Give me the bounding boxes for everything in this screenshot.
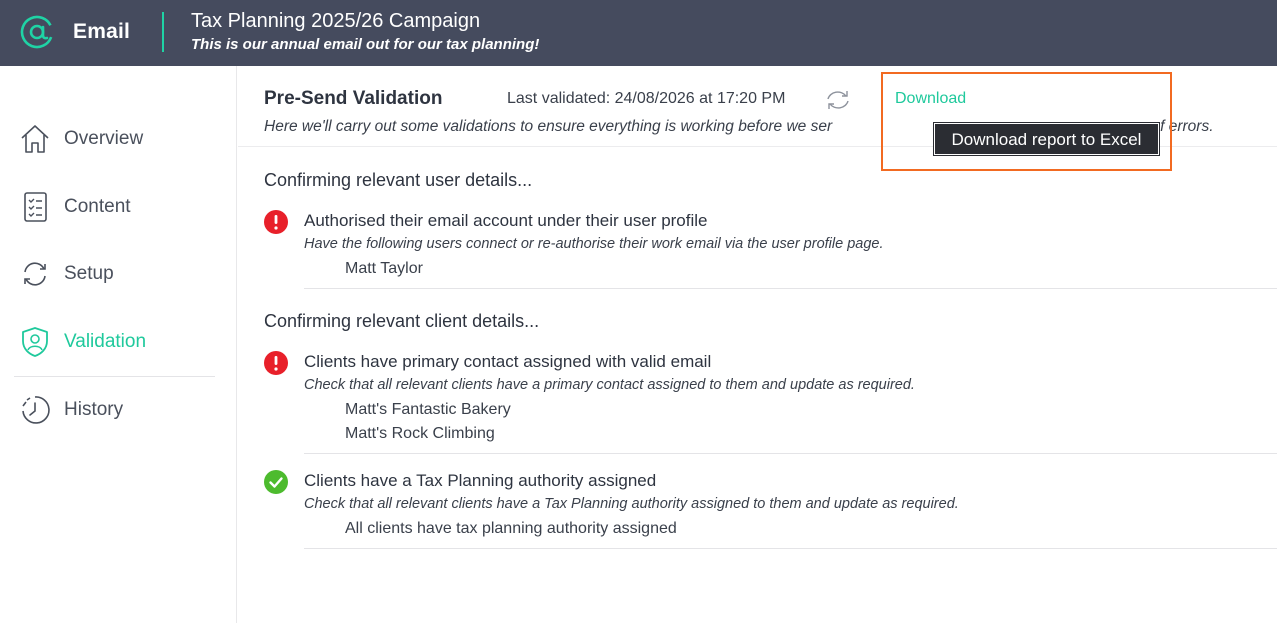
check-title: Authorised their email account under the… <box>304 211 708 230</box>
checklist-icon <box>24 192 47 222</box>
sidebar-item-label: Overview <box>64 128 144 149</box>
validation-panel: Pre-Send Validation Last validated: 24/0… <box>238 66 1277 623</box>
list-item: Matt Taylor <box>345 260 423 277</box>
sidebar-item-content[interactable]: Content <box>14 179 215 235</box>
last-validated-text: Last validated: 24/08/2026 at 17:20 PM <box>507 90 786 107</box>
sidebar-divider <box>14 376 215 377</box>
group-title-client-details: Confirming relevant client details... <box>264 311 540 331</box>
sidebar-item-validation[interactable]: Validation <box>14 314 215 370</box>
divider <box>304 288 1277 289</box>
sidebar-item-label: Validation <box>64 331 147 352</box>
sidebar-item-label: History <box>64 399 124 420</box>
clock-icon <box>22 396 50 424</box>
sidebar-item-label: Content <box>64 196 131 217</box>
validation-check: Authorised their email account under the… <box>264 210 1277 290</box>
check-description: Have the following users connect or re-a… <box>304 236 884 252</box>
check-title: Clients have a Tax Planning authority as… <box>304 471 657 490</box>
error-icon <box>264 210 288 234</box>
check-description: Check that all relevant clients have a T… <box>304 496 959 512</box>
error-icon <box>264 351 288 375</box>
divider <box>304 453 1277 454</box>
check-description: Check that all relevant clients have a p… <box>304 377 915 393</box>
page-title: Pre-Send Validation <box>264 88 443 109</box>
divider <box>304 548 1277 549</box>
highlight-annotation <box>881 72 1172 171</box>
list-item: All clients have tax planning authority … <box>345 520 677 537</box>
check-circle-icon <box>264 470 288 494</box>
sidebar-item-history[interactable]: History <box>14 382 215 438</box>
list-item: Matt's Rock Climbing <box>345 425 495 442</box>
sidebar-item-setup[interactable]: Setup <box>14 246 215 302</box>
group-title-user-details: Confirming relevant user details... <box>264 170 533 190</box>
sidebar-nav: Overview Content Setup Validation Histor… <box>0 66 237 623</box>
sync-icon <box>24 262 46 286</box>
home-icon <box>21 125 49 153</box>
campaign-subtitle: This is our annual email out for our tax… <box>191 36 540 53</box>
refresh-icon[interactable] <box>824 88 852 112</box>
at-sign-icon[interactable] <box>20 15 54 49</box>
campaign-title: Tax Planning 2025/26 Campaign <box>191 10 481 32</box>
check-title: Clients have primary contact assigned wi… <box>304 352 712 371</box>
intro-text-start: Here we'll carry out some validations to… <box>264 118 833 135</box>
validation-check: Clients have primary contact assigned wi… <box>264 351 1277 455</box>
header-divider <box>162 12 164 52</box>
app-name: Email <box>73 20 131 43</box>
app-header: Email Tax Planning 2025/26 Campaign This… <box>0 0 1277 66</box>
sidebar-item-overview[interactable]: Overview <box>14 111 215 167</box>
validation-check: Clients have a Tax Planning authority as… <box>264 470 1277 550</box>
list-item: Matt's Fantastic Bakery <box>345 401 511 418</box>
shield-user-icon <box>22 327 48 357</box>
sidebar-item-label: Setup <box>64 263 114 284</box>
